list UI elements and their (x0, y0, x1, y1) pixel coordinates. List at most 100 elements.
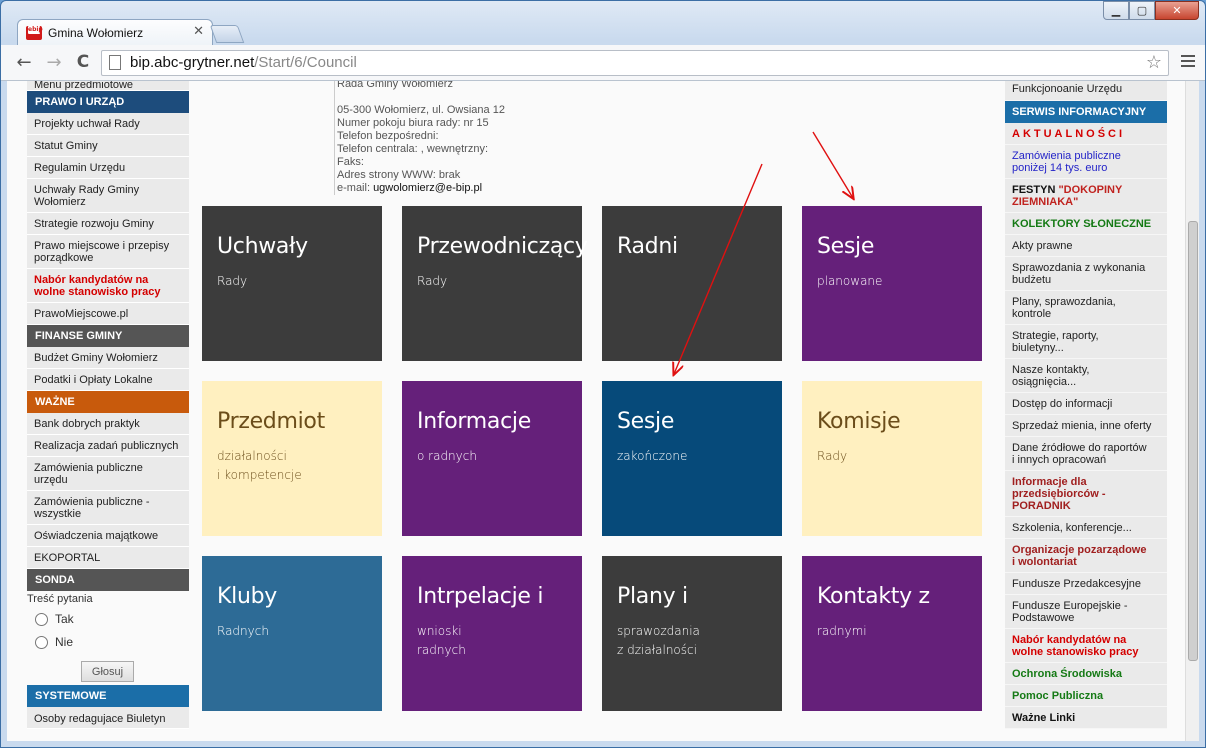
tile-subtitle: wnioski radnych (417, 624, 466, 657)
tile-title: Intrpelacje i (417, 584, 544, 609)
sidebar-item-menu-przedmiotowe[interactable]: Menu przedmiotowe (27, 81, 189, 91)
reload-icon[interactable]: C (72, 52, 94, 72)
tile-title: Sesje (617, 409, 675, 434)
sidebar-link[interactable]: Osoby redagujace Biuletyn (27, 707, 189, 729)
sidebar-link[interactable]: Projekty uchwał Rady (27, 113, 189, 135)
tile-kontakty-z-radnymi[interactable]: Kontakty z radnymi (802, 556, 982, 711)
url-text[interactable]: bip.abc-grytner.net/Start/6/Council (130, 54, 357, 71)
contact-phone-direct: Telefon bezpośredni: (337, 130, 439, 142)
sidebar-link[interactable]: Dostęp do informacji (1005, 393, 1167, 415)
serwis-header: SERWIS INFORMACYJNY (1005, 101, 1167, 123)
sidebar-link[interactable]: Podatki i Opłaty Lokalne (27, 369, 189, 391)
scrollbar-thumb[interactable] (1188, 221, 1198, 661)
sidebar-link[interactable]: FESTYN "DOKOPINY ZIEMNIAKA" (1005, 179, 1167, 213)
tile-uchwały-rady[interactable]: Uchwały Rady (202, 206, 382, 361)
tile-subtitle: planowane (817, 274, 883, 288)
sidebar-link[interactable]: Statut Gminy (27, 135, 189, 157)
sidebar-link[interactable]: Uchwały Rady Gminy Wołomierz (27, 179, 189, 213)
bookmark-star-icon[interactable]: ☆ (1146, 52, 1162, 73)
sidebar-link[interactable]: Funkcjonoanie Urzędu (1005, 81, 1167, 101)
tile-kluby-radnych[interactable]: Kluby Radnych (202, 556, 382, 711)
tile-radni[interactable]: Radni (602, 206, 782, 361)
sidebar-link[interactable]: Zamówienia publiczne poniżej 14 tys. euro (1005, 145, 1167, 179)
tile-title: Komisje (817, 409, 901, 434)
tile-sesje-zakończone[interactable]: Sesje zakończone (602, 381, 782, 536)
vertical-scrollbar[interactable] (1185, 81, 1199, 741)
new-tab-button[interactable] (209, 25, 245, 43)
tile-informacje-o-radnych[interactable]: Informacje o radnych (402, 381, 582, 536)
tile-przewodniczący-rady[interactable]: Przewodniczący Rady (402, 206, 588, 361)
tab-title: Gmina Wołomierz (48, 26, 144, 40)
tile-komisje-rady[interactable]: Komisje Rady (802, 381, 982, 536)
close-window-button[interactable]: ✕ (1155, 1, 1199, 20)
tile-subtitle: Rady (417, 274, 448, 288)
radio-button[interactable] (35, 613, 48, 626)
sidebar-link[interactable]: Pomoc Publiczna (1005, 685, 1167, 707)
sidebar-link[interactable]: Strategie, raporty, biuletyny... (1005, 325, 1167, 359)
sidebar-link[interactable]: Prawo miejscowe i przepisy porządkowe (27, 235, 189, 269)
tile-sesje-planowane[interactable]: Sesje planowane (802, 206, 982, 361)
tab-close-icon[interactable]: ✕ (193, 24, 204, 39)
minimize-button[interactable]: ▁ (1103, 1, 1129, 20)
tile-subtitle: działalności i kompetencje (217, 449, 302, 482)
tile-title: Przewodniczący (417, 234, 588, 259)
sidebar-link[interactable]: Fundusze Europejskie - Podstawowe (1005, 595, 1167, 629)
sidebar-link[interactable]: Nabór kandydatów na wolne stanowisko prac… (1005, 629, 1167, 663)
page-icon (109, 55, 121, 70)
sidebar-link[interactable]: Nabór kandydatów na wolne stanowisko prac… (27, 269, 189, 303)
contact-email-link[interactable]: ugwolomierz@e-bip.pl (373, 182, 482, 194)
tile-subtitle: o radnych (417, 449, 477, 463)
tile-intrpelacje-i-wnioski[interactable]: Intrpelacje i wnioski radnych (402, 556, 582, 711)
tile-subtitle: radnymi (817, 624, 867, 638)
sidebar-link[interactable]: AKTUALNOŚCI (1005, 123, 1167, 145)
tile-title: Kluby (217, 584, 277, 609)
menu-icon[interactable] (1181, 55, 1195, 70)
sidebar-link[interactable]: EKOPORTAL (27, 547, 189, 569)
sidebar-link[interactable]: KOLEKTORY SŁONECZNE (1005, 213, 1167, 235)
browser-tab[interactable]: ebip Gmina Wołomierz ✕ (17, 19, 213, 46)
divider (334, 81, 335, 195)
forward-arrow-icon[interactable]: → (43, 52, 65, 73)
sidebar-link[interactable]: Plany, sprawozdania, kontrole (1005, 291, 1167, 325)
contact-phone-central: Telefon centrala: , wewnętrzny: (337, 143, 489, 155)
sidebar-section-header: PRAWO I URZĄD (27, 91, 189, 113)
sidebar-link[interactable]: PrawoMiejscowe.pl (27, 303, 189, 325)
sidebar-link[interactable]: Sprawozdania z wykonania budżetu (1005, 257, 1167, 291)
url-path: /Start/6/Council (254, 54, 357, 71)
sidebar-link[interactable]: Informacje dla przedsiębiorców - PORADNIK (1005, 471, 1167, 517)
sidebar-link[interactable]: Zamówienia publiczne - wszystkie (27, 491, 189, 525)
sidebar-link[interactable]: Regulamin Urzędu (27, 157, 189, 179)
sidebar-link[interactable]: Ochrona Środowiska (1005, 663, 1167, 685)
poll-option[interactable]: Nie (27, 632, 189, 655)
address-bar[interactable]: bip.abc-grytner.net/Start/6/Council ☆ (101, 50, 1169, 76)
sidebar-link[interactable]: Dane źródłowe do raportów i innych opraco… (1005, 437, 1167, 471)
sidebar-link[interactable]: Szkolenia, konferencje... (1005, 517, 1167, 539)
poll-option[interactable]: Tak (27, 609, 189, 632)
tile-przedmiot-działalności[interactable]: Przedmiot działalności i kompetencje (202, 381, 382, 536)
sidebar-link[interactable]: Zamówienia publiczne urzędu (27, 457, 189, 491)
sidebar-link[interactable]: Realizacja zadań publicznych (27, 435, 189, 457)
sidebar-link[interactable]: Oświadczenia majątkowe (27, 525, 189, 547)
sidebar-link[interactable]: Strategie rozwoju Gminy (27, 213, 189, 235)
sidebar-link[interactable]: Fundusze Przedakcesyjne (1005, 573, 1167, 595)
tile-subtitle: sprawozdania z działalności (617, 624, 700, 657)
sidebar-section-header: FINANSE GMINY (27, 325, 189, 347)
sidebar-link[interactable]: Nasze kontakty, osiągnięcia... (1005, 359, 1167, 393)
tile-title: Kontakty z (817, 584, 930, 609)
sidebar-link[interactable]: Sprzedaż mienia, inne oferty (1005, 415, 1167, 437)
sidebar-link[interactable]: Organizacje pozarządowe i wolontariat (1005, 539, 1167, 573)
tile-title: Uchwały (217, 234, 308, 259)
radio-button[interactable] (35, 636, 48, 649)
sidebar-link[interactable]: Ważne Linki (1005, 707, 1167, 729)
council-contact: Rada Gminy Wołomierz 05-300 Wołomierz, u… (337, 81, 505, 195)
tile-plany-i-sprawozdania[interactable]: Plany i sprawozdania z działalności (602, 556, 782, 711)
sidebar-link[interactable]: Akty prawne (1005, 235, 1167, 257)
poll-question: Treść pytania (27, 591, 189, 609)
sidebar-link[interactable]: Bank dobrych praktyk (27, 413, 189, 435)
tile-title: Plany i (617, 584, 688, 609)
browser-toolbar: ← → C bip.abc-grytner.net/Start/6/Counci… (1, 45, 1205, 81)
back-arrow-icon[interactable]: ← (13, 52, 35, 73)
vote-button[interactable]: Głosuj (81, 661, 134, 682)
sidebar-link[interactable]: Budżet Gminy Wołomierz (27, 347, 189, 369)
maximize-button[interactable]: ▢ (1129, 1, 1155, 20)
